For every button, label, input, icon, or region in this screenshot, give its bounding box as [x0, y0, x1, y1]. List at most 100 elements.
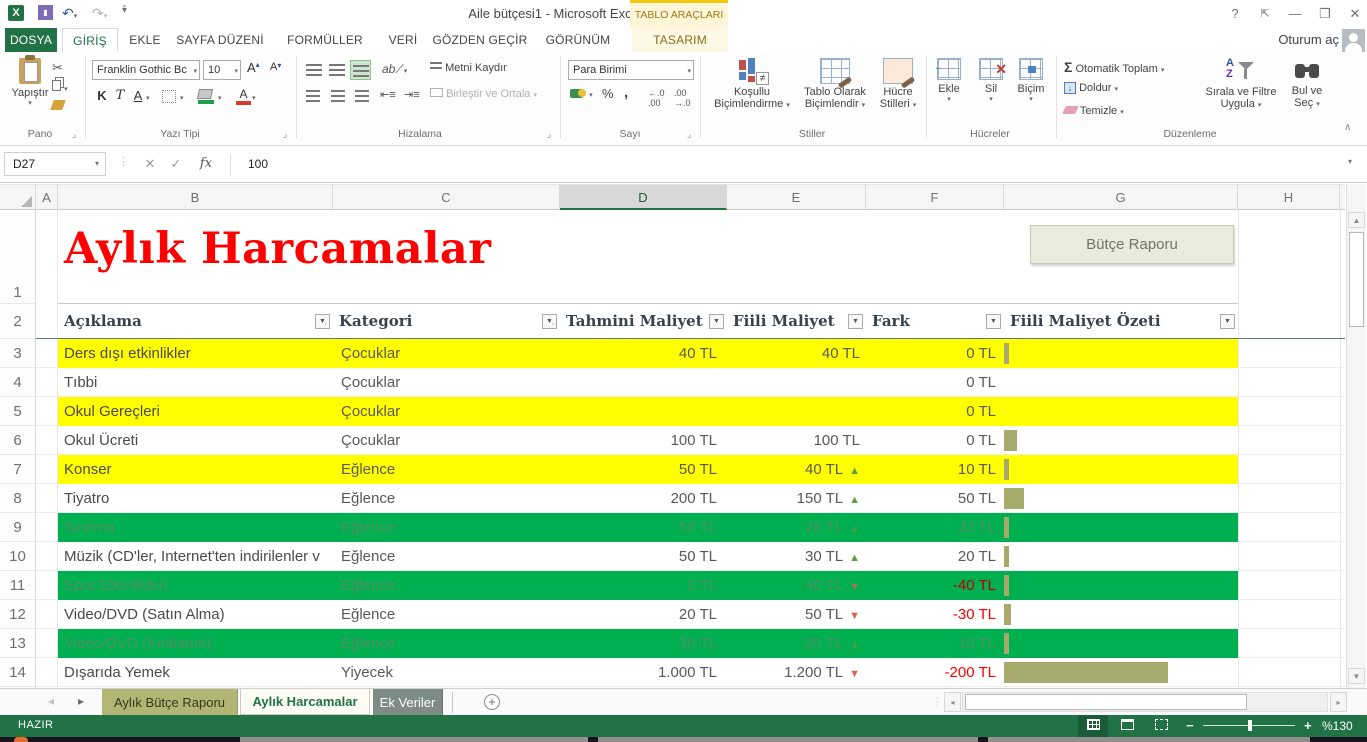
cell-estimated-cost[interactable]: [560, 368, 717, 397]
row-header-10[interactable]: 10: [0, 542, 35, 571]
number-dialog-launcher[interactable]: ⌟: [687, 129, 697, 139]
row-header-13[interactable]: 13: [0, 629, 35, 658]
cell-category[interactable]: Çocuklar: [341, 339, 556, 368]
cell-estimated-cost[interactable]: 50 TL: [560, 542, 717, 571]
sheet-nav-next-icon[interactable]: ▸: [78, 694, 84, 708]
wrap-text-button[interactable]: Metni Kaydır: [430, 62, 507, 74]
filter-dropdown-icon[interactable]: ▼: [986, 314, 1001, 329]
cell-category[interactable]: Çocuklar: [341, 426, 556, 455]
budget-report-button[interactable]: Bütçe Raporu: [1030, 225, 1234, 264]
copy-icon[interactable]: ▾: [52, 80, 68, 94]
ribbon-tab-formüller[interactable]: FORMÜLLER: [278, 28, 372, 52]
orientation-icon[interactable]: ab⟋▾: [382, 62, 407, 77]
collapse-ribbon-icon[interactable]: ∧: [1344, 122, 1351, 133]
page-break-view-button[interactable]: [1146, 715, 1176, 737]
ribbon-tab-sayfa-düzeni̇[interactable]: SAYFA DÜZENİ: [172, 28, 268, 52]
align-right-icon[interactable]: [350, 86, 371, 106]
zoom-percentage[interactable]: %130: [1322, 719, 1353, 733]
cell-description[interactable]: Okul Gereçleri: [64, 397, 332, 426]
cell-actual-cost[interactable]: 40 TL▼: [727, 571, 860, 600]
column-header-G[interactable]: G: [1004, 185, 1238, 210]
cell-actual-cost[interactable]: 50 TL▼: [727, 600, 860, 629]
user-avatar[interactable]: [1342, 29, 1365, 52]
cell-actual-cost[interactable]: 28 TL▲: [727, 513, 860, 542]
undo-icon[interactable]: ↶▾: [62, 5, 77, 22]
sign-in-link[interactable]: Oturum aç: [1278, 32, 1339, 47]
shrink-font-icon[interactable]: A▾: [270, 61, 281, 73]
cell-actual-cost[interactable]: 40 TL▲: [727, 455, 860, 484]
ribbon-tab-veri̇[interactable]: VERİ: [382, 28, 424, 52]
row-header-5[interactable]: 5: [0, 397, 35, 426]
cell-actual-cost[interactable]: 150 TL▲: [727, 484, 860, 513]
column-header-H[interactable]: H: [1238, 185, 1340, 210]
font-color-icon[interactable]: A: [236, 87, 251, 105]
cell-category[interactable]: Çocuklar: [341, 397, 556, 426]
cell-category[interactable]: Yiyecek: [341, 658, 556, 687]
hscroll-right-icon[interactable]: ▸: [1330, 692, 1347, 712]
cell-category[interactable]: Eğlence: [341, 571, 556, 600]
vertical-scrollbar[interactable]: ▲ ▼: [1346, 184, 1366, 688]
cell-description[interactable]: Sinema: [64, 513, 332, 542]
scroll-down-icon[interactable]: ▼: [1348, 668, 1365, 684]
ribbon-tab-görünüm[interactable]: GÖRÜNÜM: [538, 28, 618, 52]
cell-actual-cost[interactable]: 1.200 TL▼: [727, 658, 860, 687]
cell-styles-button[interactable]: Hücre Stilleri ▾: [872, 58, 924, 112]
decrease-decimal-icon[interactable]: .00→.0: [674, 88, 691, 108]
font-color-caret[interactable]: ▾: [252, 94, 256, 102]
delete-cells-button[interactable]: ✕ Sil▾: [972, 58, 1010, 103]
filter-dropdown-icon[interactable]: ▼: [1220, 314, 1235, 329]
bold-button[interactable]: K: [94, 88, 110, 103]
ribbon-options-button[interactable]: ⇱: [1252, 4, 1278, 24]
formula-input[interactable]: 100: [248, 152, 268, 176]
row-header-8[interactable]: 8: [0, 484, 35, 513]
pano-dialog-launcher[interactable]: ⌟: [72, 129, 82, 139]
cell-difference[interactable]: -30 TL: [866, 600, 996, 629]
zoom-in-button[interactable]: +: [1304, 718, 1312, 733]
font-size-combo[interactable]: 10▾: [203, 60, 241, 80]
horizontal-scroll-thumb[interactable]: [965, 694, 1247, 710]
column-header-F[interactable]: F: [866, 185, 1004, 210]
number-format-combo[interactable]: Para Birimi▾: [568, 60, 694, 80]
cell-actual-cost[interactable]: 100 TL: [727, 426, 860, 455]
cell-difference[interactable]: 0 TL: [866, 339, 996, 368]
confirm-entry-icon[interactable]: ✓: [164, 152, 188, 176]
cell-actual-cost[interactable]: [727, 397, 860, 426]
cell-difference[interactable]: 0 TL: [866, 397, 996, 426]
sheet-tab-aylık-harcamalar[interactable]: Aylık Harcamalar: [240, 689, 370, 715]
ribbon-tab-ekle[interactable]: EKLE: [122, 28, 168, 52]
format-cells-button[interactable]: Biçim▾: [1012, 58, 1050, 103]
align-top-icon[interactable]: [304, 60, 325, 80]
grow-font-icon[interactable]: A▴: [247, 60, 260, 75]
row-header-12[interactable]: 12: [0, 600, 35, 629]
scroll-up-icon[interactable]: ▲: [1348, 212, 1365, 228]
row-header-9[interactable]: 9: [0, 513, 35, 542]
cell-estimated-cost[interactable]: 50 TL: [560, 513, 717, 542]
underline-caret[interactable]: ▾: [146, 94, 150, 102]
align-left-icon[interactable]: [304, 86, 325, 106]
row-header-6[interactable]: 6: [0, 426, 35, 455]
cell-estimated-cost[interactable]: [560, 397, 717, 426]
tabbar-splitter[interactable]: ⋮: [932, 697, 942, 708]
cell-category[interactable]: Eğlence: [341, 455, 556, 484]
row-header-11[interactable]: 11: [0, 571, 35, 600]
cell-actual-cost[interactable]: 20 TL▲: [727, 629, 860, 658]
row-header-3[interactable]: 3: [0, 339, 35, 368]
filter-dropdown-icon[interactable]: ▼: [709, 314, 724, 329]
cell-estimated-cost[interactable]: 1.000 TL: [560, 658, 717, 687]
cell-description[interactable]: Müzik (CD'ler, Internet'ten indirilenler…: [64, 542, 332, 571]
cell-estimated-cost[interactable]: 100 TL: [560, 426, 717, 455]
formula-bar-splitter[interactable]: ⋮: [118, 155, 129, 168]
row-header-4[interactable]: 4: [0, 368, 35, 397]
cell-description[interactable]: Ders dışı etkinlikler: [64, 339, 332, 368]
ribbon-tab-dosya[interactable]: DOSYA: [5, 28, 57, 52]
row-header-2[interactable]: 2: [0, 304, 35, 339]
column-header-C[interactable]: C: [333, 185, 560, 210]
cell-estimated-cost[interactable]: 40 TL: [560, 339, 717, 368]
cell-category[interactable]: Eğlence: [341, 513, 556, 542]
name-box[interactable]: D27 ▾: [4, 152, 106, 176]
row-header-1[interactable]: 1: [0, 210, 35, 304]
close-button[interactable]: ✕: [1342, 4, 1367, 24]
cell-description[interactable]: Konser: [64, 455, 332, 484]
format-painter-icon[interactable]: [50, 100, 66, 110]
align-bottom-icon[interactable]: [350, 60, 371, 80]
